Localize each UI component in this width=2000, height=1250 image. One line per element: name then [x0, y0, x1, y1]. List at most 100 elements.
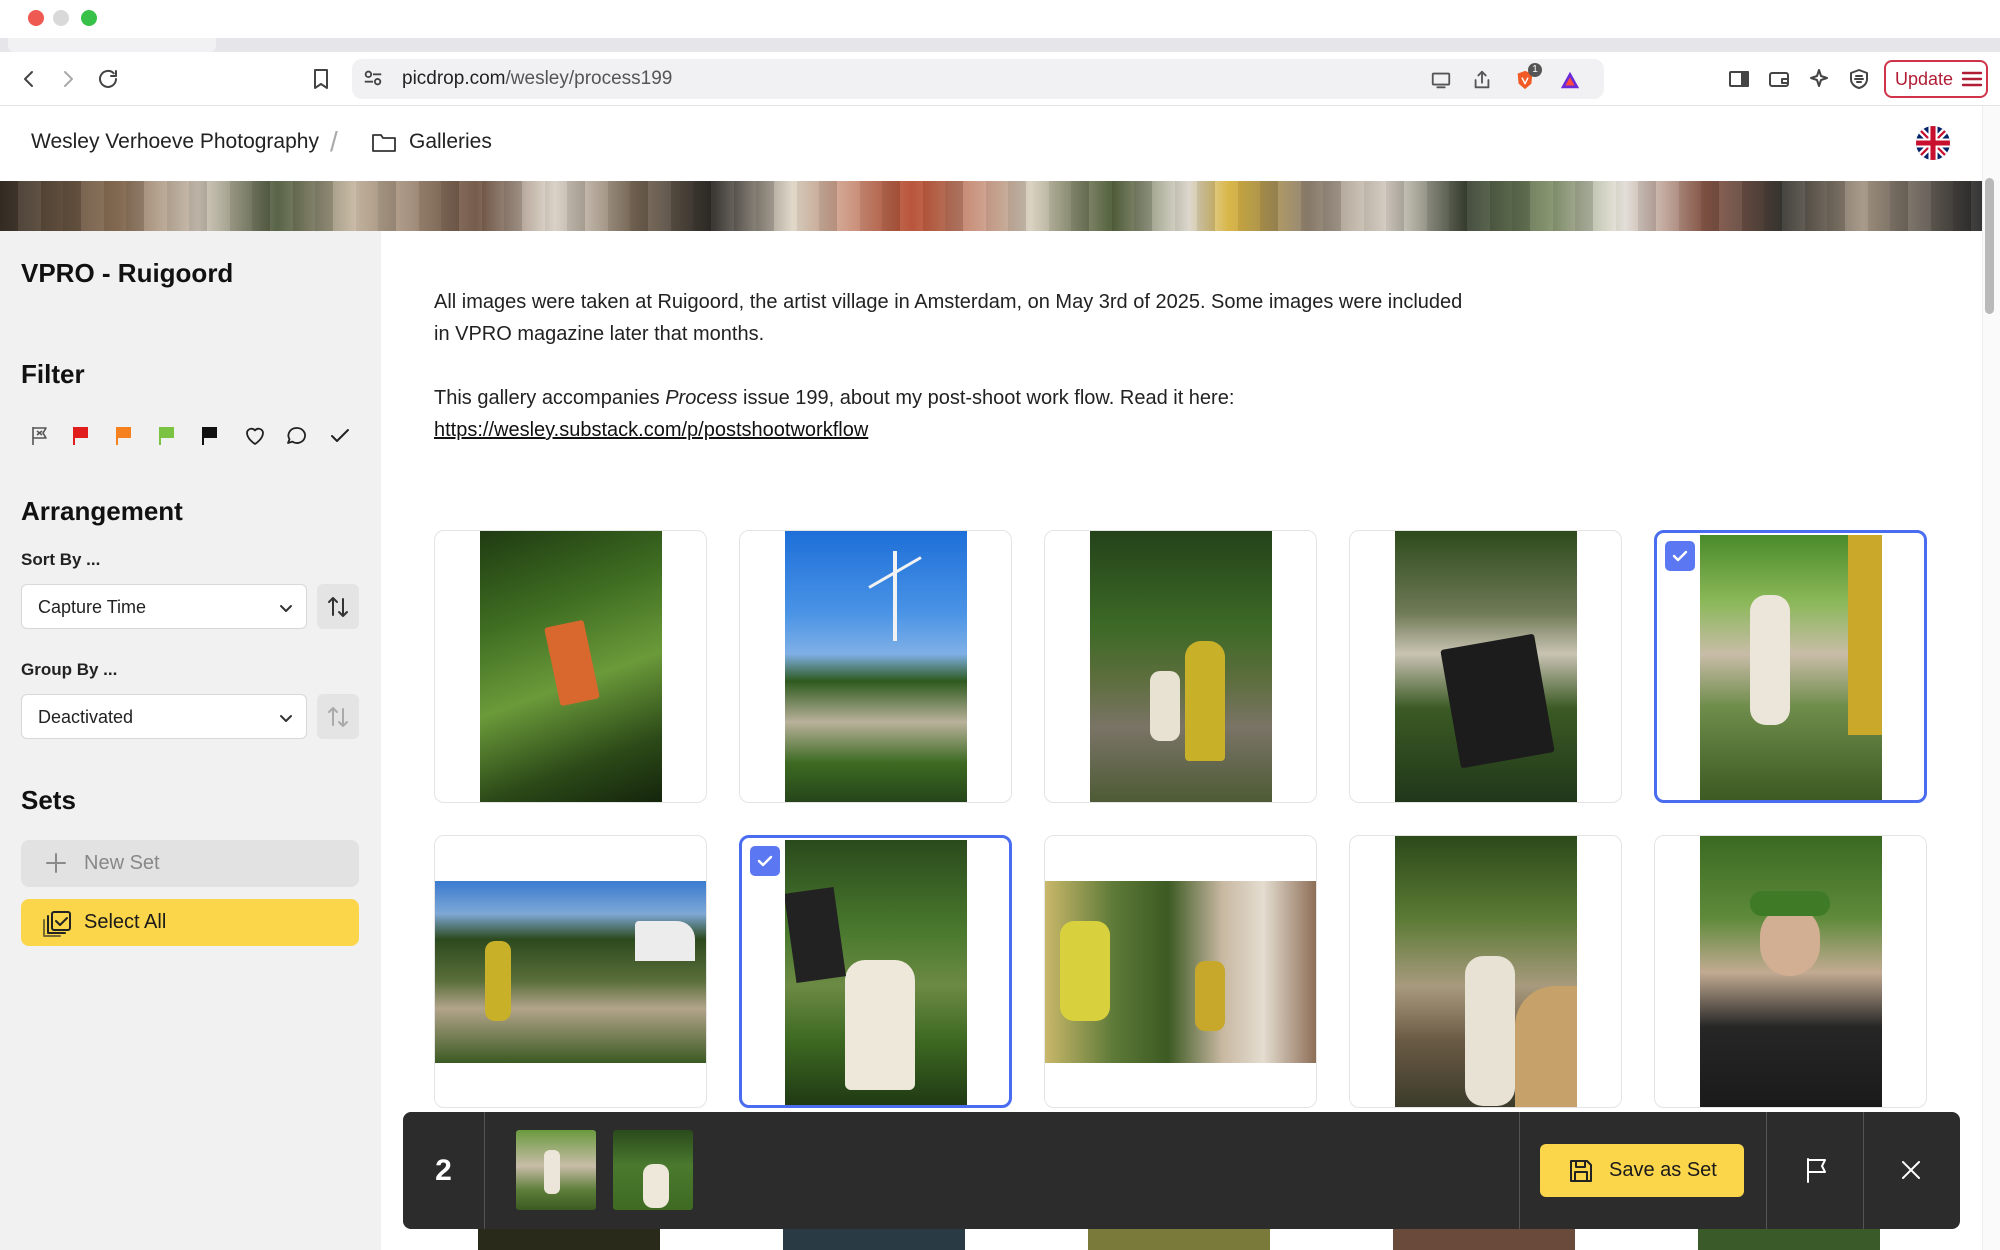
description-paragraph-2: This gallery accompanies Process issue 1…	[434, 387, 1235, 409]
photo-image	[1700, 535, 1882, 800]
group-by-value: Deactivated	[38, 707, 134, 727]
sort-by-label: Sort By ...	[21, 550, 101, 569]
check-icon[interactable]	[326, 422, 354, 450]
menu-icon	[1961, 71, 1983, 87]
save-icon	[1570, 1159, 1592, 1182]
filter-row	[26, 418, 366, 454]
sidebar-toggle-icon[interactable]	[1724, 64, 1754, 94]
description-paragraph-1: All images were taken at Ruigoord, the a…	[434, 291, 1463, 345]
photo-thumbnail[interactable]	[1654, 835, 1927, 1108]
close-window-button[interactable]	[28, 10, 44, 26]
address-bar[interactable]: picdrop.com/wesley/process199 1	[352, 59, 1604, 99]
update-button[interactable]: Update	[1884, 60, 1988, 98]
maximize-window-button[interactable]	[81, 10, 97, 26]
photo-thumbnail[interactable]	[434, 530, 707, 803]
orange-flag-icon[interactable]	[110, 422, 138, 450]
substack-link[interactable]: https://wesley.substack.com/p/postshootw…	[434, 419, 868, 441]
photo-image	[1090, 531, 1272, 802]
breadcrumb-home[interactable]: Wesley Verhoeve Photography	[31, 130, 319, 154]
scrollbar-thumb[interactable]	[1985, 178, 1994, 314]
checkmark-icon	[757, 855, 773, 867]
close-selection-icon[interactable]	[1893, 1152, 1929, 1188]
photo-image	[1395, 836, 1577, 1107]
photo-thumbnail[interactable]	[434, 835, 707, 1108]
photo-thumbnail-partial[interactable]	[478, 1229, 660, 1250]
photo-thumbnail[interactable]	[739, 530, 1012, 803]
photo-thumbnail-partial[interactable]	[1698, 1229, 1880, 1250]
photo-thumbnail[interactable]	[1044, 835, 1317, 1108]
selected-checkbox[interactable]	[750, 846, 780, 876]
checkmark-icon	[1672, 550, 1688, 562]
forward-icon[interactable]	[53, 64, 83, 94]
brave-shields-icon[interactable]: 1	[1512, 63, 1542, 93]
photo-thumbnail-partial[interactable]	[1393, 1229, 1575, 1250]
breadcrumb-galleries[interactable]: Galleries	[409, 130, 492, 154]
group-direction-button	[317, 694, 359, 739]
photo-thumbnail[interactable]	[1044, 530, 1317, 803]
sort-by-select[interactable]: Capture Time	[21, 584, 307, 629]
arrangement-heading: Arrangement	[21, 496, 183, 526]
brave-rewards-icon[interactable]	[1557, 67, 1583, 93]
heart-icon[interactable]	[241, 422, 269, 450]
chevron-down-icon	[276, 708, 296, 728]
chevron-down-icon	[276, 598, 296, 618]
tab-strip	[0, 38, 2000, 52]
photo-image	[785, 840, 967, 1105]
selected-checkbox[interactable]	[1665, 541, 1695, 571]
group-by-select[interactable]: Deactivated	[21, 694, 307, 739]
gallery-description: All images were taken at Ruigoord, the a…	[434, 286, 1474, 446]
folder-icon	[370, 128, 398, 156]
comment-icon[interactable]	[283, 422, 311, 450]
photo-thumbnail-selected[interactable]	[739, 835, 1012, 1108]
save-as-set-label: Save as Set	[1609, 1159, 1717, 1181]
back-icon[interactable]	[14, 64, 44, 94]
selection-count: 2	[403, 1112, 485, 1229]
sets-heading: Sets	[21, 785, 76, 815]
photo-thumbnail-selected[interactable]	[1654, 530, 1927, 803]
brave-shields-count: 1	[1528, 63, 1542, 77]
red-flag-icon[interactable]	[67, 422, 95, 450]
minimize-window-button[interactable]	[53, 10, 69, 26]
window-titlebar	[0, 0, 2000, 38]
gallery-title: VPRO - Ruigoord	[21, 258, 234, 288]
breadcrumb-separator: /	[330, 126, 338, 157]
flag-selection-icon[interactable]	[1798, 1152, 1834, 1188]
photo-thumbnail-partial[interactable]	[1088, 1229, 1270, 1250]
select-all-label: Select All	[84, 911, 167, 933]
leo-ai-icon[interactable]	[1804, 64, 1834, 94]
selection-bar: 2 Save as Set	[403, 1112, 1960, 1229]
sort-order-icon	[328, 596, 348, 617]
photo-thumbnail[interactable]	[1349, 530, 1622, 803]
save-as-set-button[interactable]: Save as Set	[1540, 1144, 1744, 1197]
photo-image	[785, 531, 967, 802]
selected-thumbnail[interactable]	[516, 1130, 596, 1210]
photo-image	[1395, 531, 1577, 802]
photo-thumbnail[interactable]	[1349, 835, 1622, 1108]
photo-thumbnail-partial[interactable]	[783, 1229, 965, 1250]
sidebar: VPRO - Ruigoord Filter Arrangement Sort …	[0, 231, 381, 1250]
site-header: Wesley Verhoeve Photography / Galleries	[0, 106, 2000, 181]
flag-outline-icon[interactable]	[26, 422, 54, 450]
browser-toolbar: picdrop.com/wesley/process199 1 Update	[0, 52, 2000, 106]
new-set-label: New Set	[84, 852, 160, 874]
select-all-button[interactable]: Select All	[21, 899, 359, 946]
reload-icon[interactable]	[93, 64, 123, 94]
group-by-label: Group By ...	[21, 660, 118, 679]
active-tab[interactable]	[8, 38, 216, 52]
sort-by-value: Capture Time	[38, 597, 147, 617]
black-flag-icon[interactable]	[196, 422, 224, 450]
select-all-icon	[43, 909, 73, 937]
cast-icon[interactable]	[1428, 67, 1454, 93]
wallet-icon[interactable]	[1764, 64, 1794, 94]
new-set-button[interactable]: New Set	[21, 840, 359, 887]
share-icon[interactable]	[1469, 67, 1495, 93]
green-flag-icon[interactable]	[153, 422, 181, 450]
site-settings-icon[interactable]	[362, 67, 386, 91]
bookmark-icon[interactable]	[306, 64, 336, 94]
update-label: Update	[1895, 68, 1954, 89]
language-flag-icon[interactable]	[1916, 126, 1950, 160]
vpn-shield-icon[interactable]	[1844, 64, 1874, 94]
sort-direction-button[interactable]	[317, 584, 359, 629]
selected-thumbnail[interactable]	[613, 1130, 693, 1210]
gallery-banner-image	[0, 181, 1982, 231]
